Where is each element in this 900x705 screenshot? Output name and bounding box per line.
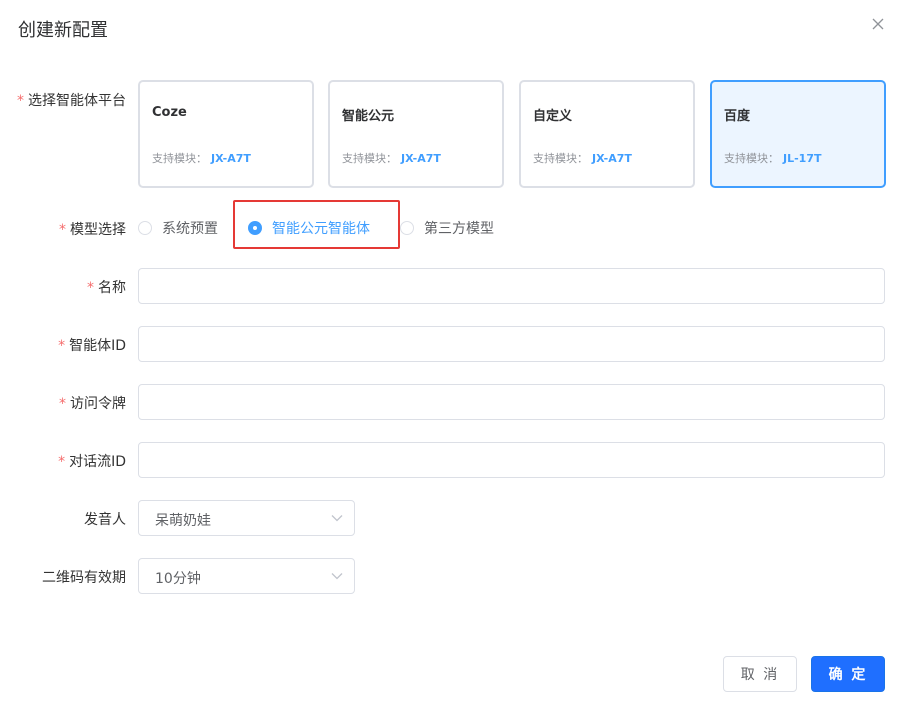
platform-card-custom[interactable]: 自定义 支持模块： JX-A7T	[519, 80, 695, 188]
radio-label: 智能公元智能体	[272, 221, 370, 237]
close-icon[interactable]	[869, 15, 887, 33]
access-token-label: * 访问令牌	[59, 393, 126, 413]
name-input[interactable]	[138, 268, 885, 304]
module-label: 支持模块：	[342, 152, 397, 165]
platform-card-name: 智能公元	[342, 109, 395, 124]
platform-card-zhineng[interactable]: 智能公元 支持模块： JX-A7T	[328, 80, 504, 188]
speaker-label: 发音人	[84, 512, 126, 528]
platform-card-baidu[interactable]: 百度 支持模块： JL-17T	[710, 80, 886, 188]
name-label-text: 名称	[98, 280, 126, 296]
dialog-title: 创建新配置	[18, 20, 108, 41]
platform-card-name: 百度	[724, 109, 751, 124]
platform-card-modules: 支持模块： JL-17T	[724, 150, 821, 166]
required-mark: *	[58, 338, 66, 354]
required-mark: *	[17, 93, 24, 109]
model-label: * 模型选择	[59, 219, 126, 239]
qr-validity-select[interactable]: 10分钟	[138, 558, 355, 594]
agent-id-label-text: 智能体ID	[69, 338, 126, 354]
chevron-down-icon	[331, 573, 343, 580]
required-mark: *	[58, 454, 66, 470]
flow-id-label: * 对话流ID	[58, 451, 126, 471]
radio-circle-icon	[400, 221, 414, 235]
radio-checked-icon	[248, 221, 262, 235]
agent-id-label: * 智能体ID	[58, 335, 126, 355]
radio-label: 第三方模型	[424, 221, 494, 237]
required-mark: *	[59, 222, 66, 238]
speaker-select-value: 呆萌奶娃	[155, 513, 211, 529]
radio-circle-icon	[138, 221, 152, 235]
agent-id-input[interactable]	[138, 326, 885, 362]
platform-card-modules: 支持模块： JX-A7T	[342, 150, 441, 166]
module-label: 支持模块：	[152, 152, 207, 165]
platform-card-name: 自定义	[533, 109, 573, 124]
qr-validity-select-value: 10分钟	[155, 571, 201, 587]
access-token-label-text: 访问令牌	[70, 396, 126, 412]
module-value: JX-A7T	[211, 152, 251, 165]
radio-system-preset[interactable]: 系统预置	[138, 217, 218, 239]
platform-card-coze[interactable]: Coze 支持模块： JX-A7T	[138, 80, 314, 188]
cancel-button[interactable]: 取 消	[723, 656, 797, 692]
speaker-select[interactable]: 呆萌奶娃	[138, 500, 355, 536]
model-label-text: 模型选择	[70, 222, 126, 238]
confirm-button[interactable]: 确 定	[811, 656, 885, 692]
platform-label: * 选择智能体平台	[17, 90, 126, 110]
flow-id-input[interactable]	[138, 442, 885, 478]
qr-validity-label: 二维码有效期	[42, 570, 126, 586]
module-label: 支持模块：	[533, 152, 588, 165]
name-label: * 名称	[87, 277, 126, 297]
required-mark: *	[87, 280, 94, 296]
radio-zhineng-agent[interactable]: 智能公元智能体	[248, 217, 370, 239]
platform-label-text: 选择智能体平台	[28, 93, 126, 109]
platform-card-modules: 支持模块： JX-A7T	[152, 150, 251, 166]
platform-card-modules: 支持模块： JX-A7T	[533, 150, 632, 166]
module-label: 支持模块：	[724, 152, 779, 165]
access-token-input[interactable]	[138, 384, 885, 420]
module-value: JX-A7T	[401, 152, 441, 165]
radio-third-party-model[interactable]: 第三方模型	[400, 217, 494, 239]
required-mark: *	[59, 396, 66, 412]
module-value: JX-A7T	[592, 152, 632, 165]
radio-label: 系统预置	[162, 221, 218, 237]
chevron-down-icon	[331, 515, 343, 522]
platform-card-name: Coze	[152, 105, 187, 120]
module-value: JL-17T	[783, 152, 822, 165]
flow-id-label-text: 对话流ID	[69, 454, 126, 470]
